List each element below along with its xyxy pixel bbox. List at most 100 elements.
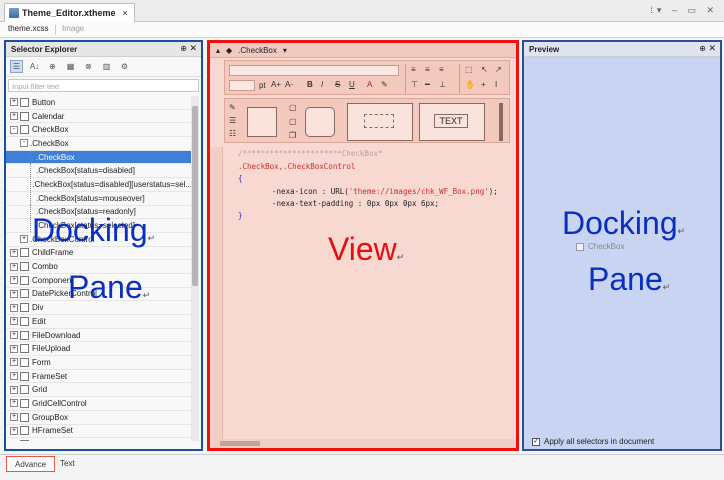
- tree-item[interactable]: .CheckBox: [6, 150, 192, 165]
- expand-icon[interactable]: +: [10, 385, 18, 394]
- shape-shadow-icon[interactable]: ❐: [289, 131, 296, 140]
- scrollbar-thumb[interactable]: [220, 441, 260, 446]
- code-horizontal-scrollbar[interactable]: [210, 439, 516, 448]
- tree-item[interactable]: .CheckBox[status=disabled]: [6, 164, 192, 179]
- expand-icon[interactable]: +: [10, 317, 18, 326]
- tree-item[interactable]: .CheckBox[status=disabled][userstatus=se…: [6, 177, 192, 192]
- expand-icon[interactable]: +: [10, 413, 18, 422]
- expand-icon[interactable]: +: [10, 289, 18, 298]
- expand-icon[interactable]: +: [10, 98, 18, 107]
- filter-input[interactable]: Input filter text: [8, 79, 199, 92]
- expand-icon[interactable]: +: [10, 303, 18, 312]
- expand-icon[interactable]: +: [10, 262, 18, 271]
- tree-item[interactable]: +ImageViewer: [6, 438, 192, 441]
- list-view-icon[interactable]: ☰: [10, 60, 23, 73]
- opacity-slider[interactable]: [499, 103, 503, 141]
- collapse-icon[interactable]: ▴: [216, 46, 220, 55]
- add-selector-icon[interactable]: ⊕: [46, 60, 59, 73]
- tree-item[interactable]: .CheckBox[status=mouseover]: [6, 191, 192, 206]
- border-lines-icon[interactable]: ☰: [229, 116, 236, 125]
- scrollbar-thumb[interactable]: [192, 106, 198, 286]
- sort-alpha-icon[interactable]: A↓: [28, 60, 41, 73]
- tab-theme-xcss[interactable]: theme.xcss: [8, 24, 48, 33]
- tree-item[interactable]: + Grid: [6, 383, 192, 398]
- align-left-icon[interactable]: ≡: [411, 65, 416, 74]
- settings-icon[interactable]: ⚙: [118, 60, 131, 73]
- chevron-down-icon[interactable]: ▾: [283, 46, 287, 55]
- shrink-font-icon[interactable]: A-: [285, 80, 293, 89]
- crosshair-icon[interactable]: +: [481, 80, 486, 89]
- filter-icon[interactable]: ▥: [100, 60, 113, 73]
- highlight-icon[interactable]: ✎: [381, 80, 388, 89]
- bold-button[interactable]: B: [307, 80, 313, 89]
- css-code-editor[interactable]: /**********************CheckBox* .CheckB…: [224, 147, 514, 437]
- grow-font-icon[interactable]: A+: [271, 80, 281, 89]
- collapse-icon[interactable]: -: [10, 125, 18, 134]
- radius-preview-box[interactable]: [305, 107, 335, 137]
- close-icon[interactable]: ✕: [189, 43, 197, 54]
- move-icon[interactable]: ↗: [495, 65, 502, 74]
- close-icon[interactable]: ✕: [708, 43, 716, 54]
- expand-icon[interactable]: +: [10, 399, 18, 408]
- current-selector-breadcrumb[interactable]: .CheckBox: [238, 46, 277, 55]
- tree-item[interactable]: + HFrameSet: [6, 425, 192, 439]
- expand-icon[interactable]: +: [10, 248, 18, 257]
- padding-editor[interactable]: [347, 103, 413, 141]
- valign-middle-icon[interactable]: ━: [425, 80, 430, 89]
- underline-button[interactable]: U: [349, 80, 355, 89]
- apply-all-selectors[interactable]: ✓ Apply all selectors in document: [532, 437, 654, 446]
- expand-icon[interactable]: +: [10, 358, 18, 367]
- tab-text[interactable]: Text: [52, 456, 83, 472]
- border-preview-box[interactable]: [247, 107, 277, 137]
- shape-square-icon[interactable]: ▢: [289, 103, 297, 112]
- tree-item[interactable]: + GroupBox: [6, 411, 192, 425]
- border-style-icon[interactable]: ☷: [229, 129, 236, 138]
- pen-icon[interactable]: ✎: [229, 103, 236, 112]
- font-size-input[interactable]: [229, 80, 255, 91]
- tree-item[interactable]: + Form: [6, 356, 192, 370]
- strikethrough-button[interactable]: S: [335, 80, 340, 89]
- checkbox-box[interactable]: [576, 242, 584, 251]
- text-padding-editor[interactable]: TEXT: [419, 103, 485, 141]
- text-cursor-icon[interactable]: I: [495, 80, 497, 89]
- tab-image[interactable]: Image: [62, 24, 84, 33]
- remove-selector-icon[interactable]: ⊗: [82, 60, 95, 73]
- grid-icon[interactable]: ▦: [64, 60, 77, 73]
- tree-item[interactable]: - CheckBox: [6, 123, 192, 138]
- pin-icon[interactable]: ⊕: [180, 44, 187, 53]
- window-controls[interactable]: ⁞▾ – ▭ ✕: [650, 5, 718, 16]
- document-tab-theme-editor[interactable]: Theme_Editor.xtheme ×: [4, 3, 135, 22]
- preview-checkbox[interactable]: CheckBox: [576, 242, 624, 251]
- font-color-icon[interactable]: A: [367, 80, 372, 89]
- shape-rounded-icon[interactable]: ▢: [289, 117, 297, 126]
- font-family-select[interactable]: [229, 65, 399, 76]
- expand-icon[interactable]: +: [10, 426, 18, 435]
- close-tab-icon[interactable]: ×: [123, 8, 128, 18]
- valign-top-icon[interactable]: ⊤: [411, 80, 418, 89]
- collapse-icon[interactable]: -: [20, 139, 28, 148]
- hand-icon[interactable]: ✋: [465, 80, 475, 89]
- tree-item[interactable]: + FileDownload: [6, 329, 192, 343]
- tree-item[interactable]: + Edit: [6, 315, 192, 329]
- tree-item[interactable]: + Button: [6, 96, 192, 110]
- apply-all-checkbox[interactable]: ✓: [532, 437, 540, 446]
- pointer-icon[interactable]: ↖: [481, 65, 488, 74]
- tree-item[interactable]: + Calendar: [6, 110, 192, 124]
- select-area-icon[interactable]: ⬚: [465, 65, 473, 74]
- expand-icon[interactable]: +: [10, 276, 18, 285]
- tree-item[interactable]: + GridCellControl: [6, 397, 192, 411]
- italic-button[interactable]: I: [321, 80, 323, 89]
- expand-icon[interactable]: +: [20, 235, 28, 244]
- selector-tree-scrollbar[interactable]: [191, 96, 199, 441]
- expand-icon[interactable]: +: [10, 344, 18, 353]
- valign-bottom-icon[interactable]: ⊥: [439, 80, 446, 89]
- pin-icon[interactable]: ⊕: [699, 44, 706, 53]
- expand-icon[interactable]: +: [10, 331, 18, 340]
- tree-item[interactable]: + FileUpload: [6, 342, 192, 357]
- align-right-icon[interactable]: ≡: [439, 65, 444, 74]
- tree-item[interactable]: - .CheckBox: [6, 137, 192, 151]
- tree-item[interactable]: + FrameSet: [6, 370, 192, 384]
- tab-advance[interactable]: Advance: [6, 456, 56, 472]
- align-center-icon[interactable]: ≡: [425, 65, 430, 74]
- expand-icon[interactable]: +: [10, 372, 18, 381]
